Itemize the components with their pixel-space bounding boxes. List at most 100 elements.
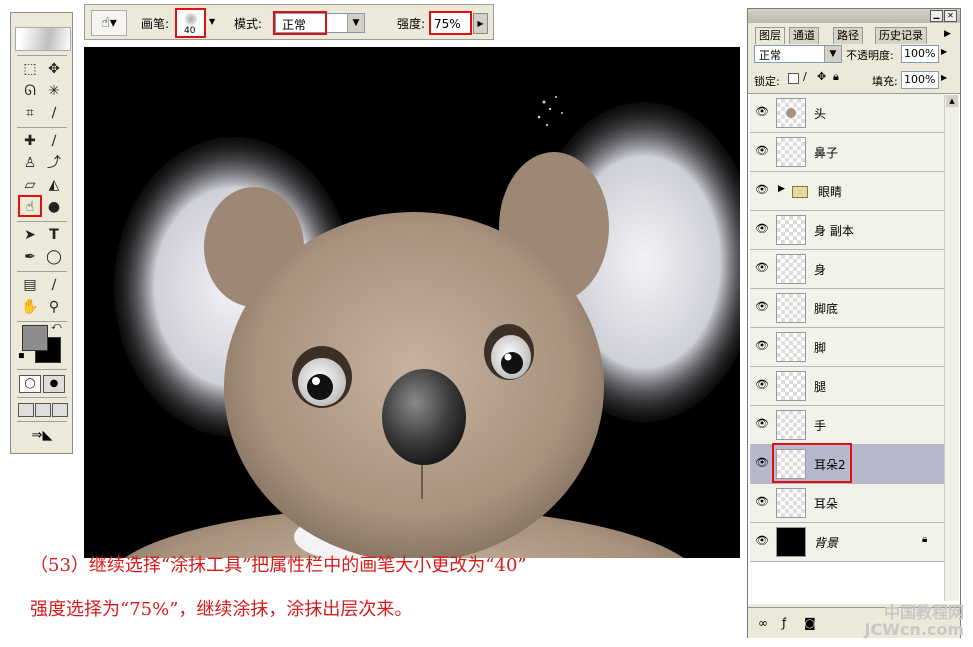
- brush-size-picker[interactable]: 40: [175, 8, 206, 38]
- layer-row-legs[interactable]: 👁︎ 腿: [750, 367, 944, 406]
- opacity-input[interactable]: 100%: [901, 45, 939, 63]
- layer-row-ears[interactable]: 👁︎ 耳朵: [750, 484, 944, 523]
- stamp-icon[interactable]: ♙: [19, 153, 41, 173]
- link-layers-icon[interactable]: ∞: [758, 616, 768, 630]
- layer-style-icon[interactable]: ƒ: [782, 616, 786, 630]
- magic-wand-icon[interactable]: ✳: [43, 81, 65, 101]
- mode-label: 模式:: [234, 17, 263, 31]
- fill-slider-arrow[interactable]: ▶: [941, 73, 947, 82]
- brush-tip-icon: [185, 13, 197, 25]
- eye-icon[interactable]: 👁︎: [755, 184, 769, 196]
- lasso-icon[interactable]: ᘏ: [19, 81, 41, 101]
- standard-mode-icon[interactable]: ◯: [19, 375, 41, 393]
- lock-pixels-icon[interactable]: ∕: [803, 70, 807, 83]
- eye-icon[interactable]: 👁︎: [755, 535, 769, 547]
- default-colors-icon[interactable]: ◾: [18, 351, 25, 361]
- notes-icon[interactable]: ▤: [19, 275, 41, 295]
- layer-thumbnail: [776, 371, 806, 401]
- chevron-down-icon[interactable]: ▼: [209, 17, 215, 26]
- panel-menu-icon[interactable]: ▶: [944, 29, 951, 39]
- tab-channels[interactable]: 通道: [789, 27, 819, 44]
- eye-icon[interactable]: 👁︎: [755, 496, 769, 508]
- layer-name: 身: [814, 263, 827, 277]
- eye-icon[interactable]: 👁︎: [755, 340, 769, 352]
- layer-row-body[interactable]: 👁︎ 身: [750, 250, 944, 289]
- layer-thumbnail: [776, 527, 806, 557]
- eye-icon[interactable]: 👁︎: [755, 301, 769, 313]
- lock-position-icon[interactable]: ✥: [817, 70, 826, 83]
- ellipse-icon[interactable]: ◯: [43, 247, 65, 267]
- mode-highlight: [273, 11, 327, 35]
- strength-slider-arrow[interactable]: ▶: [473, 13, 488, 34]
- layer-row-body-copy[interactable]: 👁︎ 身 副本: [750, 211, 944, 250]
- move-icon[interactable]: ✥: [43, 59, 65, 79]
- layer-row-background[interactable]: 👁︎ 背景 🔒︎: [750, 523, 944, 562]
- eye-icon[interactable]: 👁︎: [755, 106, 769, 118]
- blend-mode-select[interactable]: 正常 ▼: [754, 45, 842, 63]
- eye-icon[interactable]: 👁︎: [755, 223, 769, 235]
- lock-all-icon[interactable]: 🔒︎: [833, 70, 839, 84]
- paint-bucket-icon[interactable]: ◭: [43, 175, 65, 195]
- close-icon[interactable]: ✕: [944, 10, 957, 22]
- tab-paths[interactable]: 路径: [833, 27, 863, 44]
- eye-icon[interactable]: 👁︎: [755, 379, 769, 391]
- layers-scrollbar[interactable]: ▲: [944, 95, 959, 601]
- layer-row-nose[interactable]: 👁︎ 鼻子: [750, 133, 944, 172]
- expand-triangle-icon[interactable]: ▶: [778, 184, 785, 194]
- jump-to-imageready-icon[interactable]: ⇒◣: [21, 427, 63, 445]
- koala-artwork: [114, 96, 740, 558]
- foreground-color-swatch[interactable]: [22, 325, 48, 351]
- layer-name: 头: [814, 107, 827, 121]
- zoom-icon[interactable]: ⚲: [43, 297, 65, 317]
- smudge-tool-preset-icon[interactable]: ☝▾: [91, 10, 127, 36]
- layer-row-feet[interactable]: 👁︎ 脚: [750, 328, 944, 367]
- layer-row-arms[interactable]: 👁︎ 手: [750, 406, 944, 445]
- eye-icon[interactable]: 👁︎: [755, 145, 769, 157]
- marquee-icon[interactable]: ⬚: [19, 59, 41, 79]
- layer-name: 耳朵: [814, 497, 839, 511]
- screen-mode-standard-icon[interactable]: [18, 403, 34, 417]
- opacity-slider-arrow[interactable]: ▶: [941, 47, 947, 56]
- smudge-icon[interactable]: ☝: [18, 195, 42, 217]
- quick-mask-icon[interactable]: ●: [43, 375, 65, 393]
- dodge-icon[interactable]: ●: [43, 197, 65, 217]
- tab-layers[interactable]: 图层: [755, 27, 785, 44]
- pen-icon[interactable]: ✒: [19, 247, 41, 267]
- chevron-down-icon[interactable]: ▼: [347, 14, 364, 32]
- eye-icon[interactable]: 👁︎: [755, 418, 769, 430]
- screen-mode-menubar-icon[interactable]: [35, 403, 51, 417]
- type-icon[interactable]: T: [43, 225, 65, 245]
- chevron-down-icon[interactable]: ▼: [824, 46, 841, 62]
- layer-group-eyes[interactable]: 👁︎ ▶ 眼睛: [750, 172, 944, 211]
- tab-history[interactable]: 历史记录: [875, 27, 927, 44]
- history-brush-icon[interactable]: ⤴: [43, 153, 65, 173]
- minimize-icon[interactable]: ▁: [930, 10, 943, 22]
- screen-mode-full-icon[interactable]: [52, 403, 68, 417]
- layer-thumbnail: [776, 98, 806, 128]
- slice-icon[interactable]: ∕: [43, 103, 65, 123]
- crop-icon[interactable]: ⌗: [19, 103, 41, 123]
- layer-thumbnail: [776, 293, 806, 323]
- fill-input[interactable]: 100%: [901, 71, 939, 89]
- lock-transparency-icon[interactable]: [788, 73, 799, 84]
- eyedropper-icon[interactable]: ∕: [43, 275, 65, 295]
- layer-row-ears2[interactable]: 👁︎ 耳朵2: [750, 443, 944, 484]
- caption-line-2: 强度选择为“75%”，继续涂抹，涂抹出层次来。: [30, 599, 413, 620]
- layer-name: 脚: [814, 341, 827, 355]
- brush-icon[interactable]: ∕: [43, 131, 65, 151]
- layer-name: 眼睛: [818, 185, 843, 199]
- swap-colors-icon[interactable]: ⤺: [51, 321, 62, 332]
- document-canvas[interactable]: [84, 47, 740, 558]
- layer-thumbnail: [776, 137, 806, 167]
- layer-row-head[interactable]: 👁︎ 头: [750, 94, 944, 133]
- path-select-icon[interactable]: ➤: [19, 225, 41, 245]
- layer-name: 背景: [814, 536, 839, 550]
- eye-icon[interactable]: 👁︎: [755, 457, 769, 469]
- strength-input[interactable]: 75%: [429, 11, 472, 35]
- eraser-icon[interactable]: ▱: [19, 175, 41, 195]
- layer-thumbnail: [776, 449, 806, 479]
- eye-icon[interactable]: 👁︎: [755, 262, 769, 274]
- healing-brush-icon[interactable]: ✚: [19, 131, 41, 151]
- hand-icon[interactable]: ✋: [19, 297, 41, 317]
- layer-row-soles[interactable]: 👁︎ 脚底: [750, 289, 944, 328]
